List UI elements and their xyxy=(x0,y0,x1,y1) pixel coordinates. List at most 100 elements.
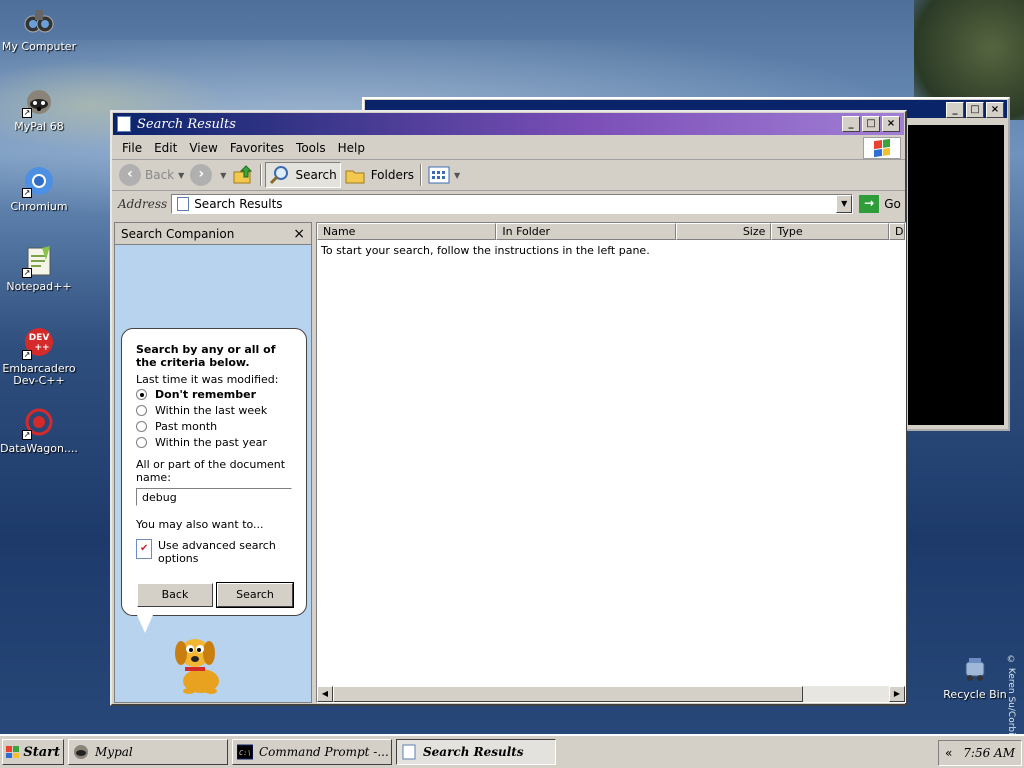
toolbar-separator xyxy=(420,164,423,186)
menu-help[interactable]: Help xyxy=(332,139,371,157)
search-criteria-bubble: Search by any or all of the criteria bel… xyxy=(121,328,307,616)
search-icon xyxy=(270,166,289,185)
desktop-icon-chromium[interactable]: ↗ Chromium xyxy=(0,164,78,213)
desktop-icon-my-computer[interactable]: My Computer xyxy=(0,4,78,53)
advanced-search-label: Use advanced search options xyxy=(158,539,276,565)
companion-back-button[interactable]: Back xyxy=(137,583,213,607)
windows-flag-icon xyxy=(6,746,20,758)
column-header-size[interactable]: Size xyxy=(675,223,772,240)
wallpaper-copyright: © Keren Su/Corbis xyxy=(1006,655,1016,740)
address-dropdown-icon[interactable]: ▼ xyxy=(836,195,853,213)
radio-dont-remember[interactable]: Don't remember xyxy=(136,386,293,402)
scroll-left-icon[interactable]: ◀ xyxy=(317,686,333,702)
horizontal-scrollbar[interactable]: ◀ ▶ xyxy=(317,686,905,702)
search-button-label: Search xyxy=(295,168,337,182)
desktop-icon-label: MyPal 68 xyxy=(14,120,64,133)
radio-label: Within the past year xyxy=(155,435,267,449)
svg-text:++: ++ xyxy=(34,343,49,353)
search-companion-pane: Search Companion × Search by any or all … xyxy=(114,222,312,703)
start-button[interactable]: Start xyxy=(2,739,64,765)
search-companion-header: Search Companion × xyxy=(115,223,311,245)
shortcut-arrow-icon: ↗ xyxy=(22,430,32,440)
menu-favorites[interactable]: Favorites xyxy=(224,139,290,157)
column-header-in-folder[interactable]: In Folder xyxy=(496,223,676,240)
scrollbar-thumb[interactable] xyxy=(333,686,803,702)
task-command-prompt[interactable]: C:\ Command Prompt -... xyxy=(232,739,392,765)
address-label: Address xyxy=(118,197,168,211)
desktop-icon-label: Embarcadero Dev-C++ xyxy=(2,362,76,387)
up-folder-icon xyxy=(233,165,253,184)
desktop-icon-label: Notepad++ xyxy=(6,280,72,293)
column-header-date[interactable]: D xyxy=(889,223,905,240)
column-header-row: Name In Folder Size Type D xyxy=(317,223,905,240)
forward-button[interactable]: › ▼ xyxy=(187,162,229,188)
radio-last-week[interactable]: Within the last week xyxy=(136,402,293,418)
close-button[interactable]: × xyxy=(882,116,900,132)
column-header-name[interactable]: Name xyxy=(317,223,497,240)
advanced-search-link[interactable]: Use advanced search options xyxy=(136,539,293,565)
desktop-icon-mypal[interactable]: ↗ MyPal 68 xyxy=(0,84,78,133)
desktop-icon-devcpp[interactable]: DEV ++ ↗ Embarcadero Dev-C++ xyxy=(0,326,78,387)
forward-dropdown-icon[interactable]: ▼ xyxy=(220,171,226,180)
results-empty-message: To start your search, follow the instruc… xyxy=(321,244,650,257)
task-mypal[interactable]: Mypal xyxy=(68,739,228,765)
desktop-icon-notepadpp[interactable]: ↗ Notepad++ xyxy=(0,244,78,293)
close-pane-icon[interactable]: × xyxy=(293,226,305,242)
shortcut-arrow-icon: ↗ xyxy=(22,108,32,118)
radio-label: Past month xyxy=(155,419,218,433)
folders-button-label: Folders xyxy=(370,168,415,182)
clock[interactable]: 7:56 AM xyxy=(963,746,1015,760)
search-results-window-icon xyxy=(117,116,131,132)
minimize-button[interactable]: _ xyxy=(946,102,964,118)
datawagon-icon: ↗ xyxy=(22,406,56,440)
views-button[interactable]: ▼ xyxy=(425,162,463,188)
up-folder-button[interactable] xyxy=(229,162,257,188)
menu-tools[interactable]: Tools xyxy=(290,139,332,157)
radio-past-month[interactable]: Past month xyxy=(136,418,293,434)
task-search-results[interactable]: Search Results xyxy=(396,739,556,765)
minimize-button[interactable]: _ xyxy=(842,116,860,132)
back-dropdown-icon[interactable]: ▼ xyxy=(178,171,184,180)
shortcut-arrow-icon: ↗ xyxy=(22,350,32,360)
modified-label: Last time it was modified: xyxy=(136,373,279,386)
results-list[interactable]: Name In Folder Size Type D To start your… xyxy=(316,222,906,703)
task-label: Command Prompt -... xyxy=(259,745,389,759)
forward-arrow-icon: › xyxy=(190,164,213,186)
maximize-button[interactable]: □ xyxy=(966,102,984,118)
advanced-search-icon xyxy=(136,539,152,559)
menu-edit[interactable]: Edit xyxy=(148,139,183,157)
go-button[interactable]: → Go xyxy=(859,195,901,213)
notepad-plus-plus-icon: ↗ xyxy=(22,244,56,278)
address-input[interactable]: Search Results ▼ xyxy=(171,194,854,214)
also-want-label: You may also want to... xyxy=(136,518,264,531)
folders-button[interactable]: Folders xyxy=(341,162,417,188)
tray-expand-icon[interactable]: « xyxy=(945,746,952,760)
task-label: Search Results xyxy=(423,745,524,759)
back-button[interactable]: ‹ Back ▼ xyxy=(116,162,187,188)
search-criteria-heading: Search by any or all of the criteria bel… xyxy=(136,343,276,369)
raccoon-icon xyxy=(74,745,88,759)
menu-view[interactable]: View xyxy=(183,139,223,157)
column-header-type[interactable]: Type xyxy=(771,223,889,240)
radio-label: Don't remember xyxy=(155,387,257,401)
windows-logo-icon xyxy=(863,137,901,159)
menu-bar: File Edit View Favorites Tools Help xyxy=(112,136,905,160)
desktop-icon-label: My Computer xyxy=(1,40,77,53)
scroll-right-icon[interactable]: ▶ xyxy=(889,686,905,702)
close-button[interactable]: × xyxy=(986,102,1004,118)
document-name-input[interactable] xyxy=(136,488,292,506)
desktop-icon-label: Chromium xyxy=(10,200,68,213)
task-label: Mypal xyxy=(95,745,133,759)
menu-file[interactable]: File xyxy=(116,139,148,157)
radio-button-icon xyxy=(136,404,147,416)
radio-past-year[interactable]: Within the past year xyxy=(136,434,293,450)
rover-dog-icon[interactable] xyxy=(167,623,231,695)
desktop-icon-datawagon[interactable]: ↗ DataWagon.... xyxy=(0,406,78,455)
desktop-icon-label: DataWagon.... xyxy=(0,442,78,455)
command-prompt-console[interactable] xyxy=(908,125,1004,425)
bubble-tail xyxy=(137,615,153,633)
window-titlebar[interactable]: Search Results _ □ × xyxy=(113,113,904,135)
search-button[interactable]: Search xyxy=(265,162,341,188)
maximize-button[interactable]: □ xyxy=(862,116,880,132)
companion-search-button[interactable]: Search xyxy=(216,582,294,608)
